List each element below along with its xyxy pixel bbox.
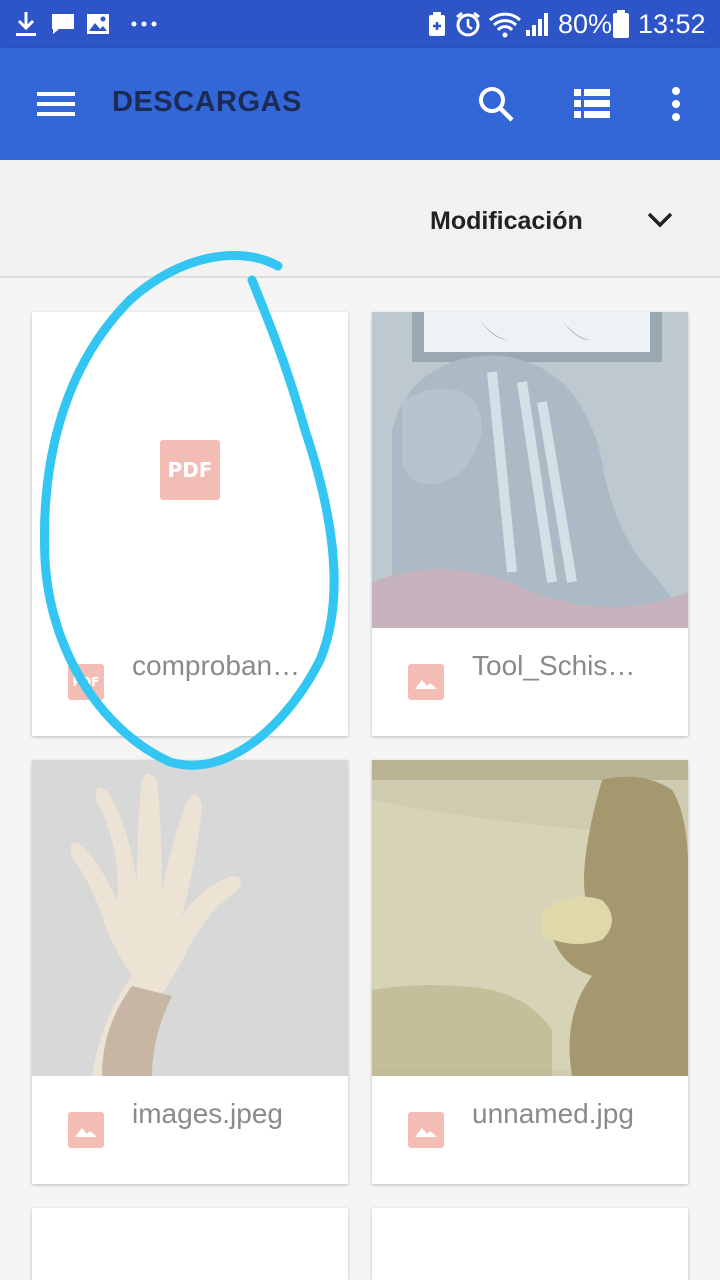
battery-percentage: 80%: [558, 8, 613, 39]
battery-icon: [612, 0, 630, 48]
pdf-file-type-icon: PDF: [68, 664, 104, 700]
image-file-type-icon: [408, 664, 444, 700]
menu-icon[interactable]: [28, 76, 84, 132]
alarm-icon: [454, 0, 482, 48]
signal-icon: [524, 0, 550, 48]
search-icon[interactable]: [468, 76, 524, 132]
pdf-icon: PDF: [160, 440, 220, 500]
file-card-partial[interactable]: [32, 1208, 348, 1280]
wifi-icon: [488, 0, 522, 48]
clock: 13:52: [638, 8, 706, 39]
status-bar: 80% 13:52: [0, 0, 720, 48]
file-thumbnail: [32, 760, 348, 1076]
more-dots-icon: [130, 0, 158, 48]
image-file-type-icon: [68, 1112, 104, 1148]
image-file-type-icon: [408, 1112, 444, 1148]
file-name: comproban…: [132, 650, 301, 681]
message-icon: [50, 0, 76, 48]
page-title: DESCARGAS: [112, 86, 302, 118]
file-thumbnail: [372, 312, 688, 628]
file-card-image[interactable]: images.jpeg: [32, 760, 348, 1184]
file-thumbnail: PDF: [32, 312, 348, 628]
list-view-icon[interactable]: [564, 76, 620, 132]
file-card-image[interactable]: unnamed.jpg: [372, 760, 688, 1184]
file-name: Tool_Schis…: [472, 650, 636, 681]
image-icon: [86, 0, 110, 48]
sort-label[interactable]: Modificación: [430, 207, 583, 236]
file-name: unnamed.jpg: [472, 1098, 634, 1129]
file-card-partial[interactable]: [372, 1208, 688, 1280]
download-icon: [14, 0, 38, 48]
file-name: images.jpeg: [132, 1098, 283, 1129]
sort-bar: Modificación: [0, 160, 720, 278]
file-thumbnail: [372, 760, 688, 1076]
file-card-pdf[interactable]: PDF PDF comproban…: [32, 312, 348, 736]
chevron-down-icon[interactable]: [640, 200, 680, 240]
file-card-image[interactable]: Tool_Schis…: [372, 312, 688, 736]
battery-saver-icon: [426, 0, 448, 48]
app-bar: DESCARGAS: [0, 48, 720, 160]
overflow-menu-icon[interactable]: [648, 76, 704, 132]
